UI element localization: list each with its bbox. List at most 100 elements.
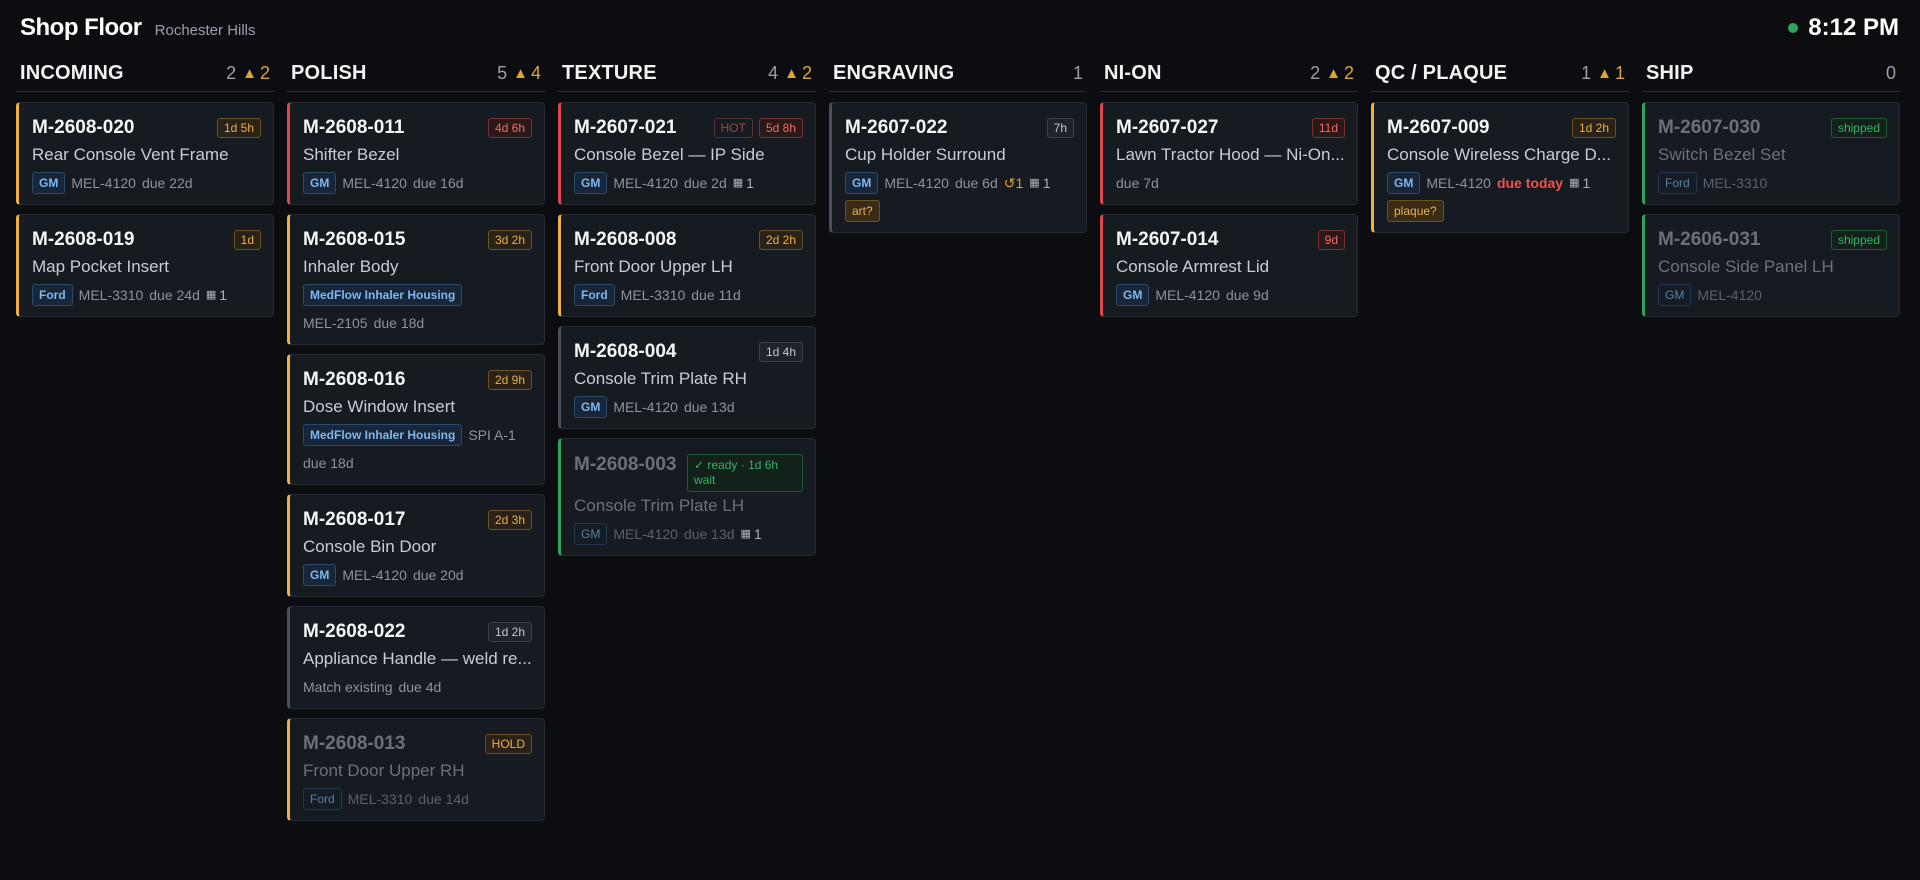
job-name: Lawn Tractor Hood — Ni-On... bbox=[1116, 145, 1345, 164]
job-card[interactable]: M-2606-031 shipped Console Side Panel LH… bbox=[1642, 214, 1900, 317]
plaque-flag: plaque? bbox=[1387, 200, 1444, 222]
column-title: SHIP bbox=[1646, 62, 1694, 84]
age-badge: 4d 6h bbox=[487, 118, 532, 138]
column-count: 2 bbox=[1310, 63, 1321, 83]
age-badge: 7h bbox=[1046, 118, 1074, 138]
customer-tag: GM bbox=[32, 172, 66, 194]
part-number: MEL-4120 bbox=[1697, 287, 1762, 303]
job-card[interactable]: M-2608-016 2d 9h Dose Window Insert MedF… bbox=[287, 354, 545, 485]
app-title: Shop Floor bbox=[20, 14, 142, 41]
job-card[interactable]: M-2608-004 1d 4h Console Trim Plate RH G… bbox=[558, 326, 816, 429]
job-card[interactable]: M-2608-013 HOLD Front Door Upper RH Ford… bbox=[287, 718, 545, 821]
job-id: M-2607-030 bbox=[1658, 117, 1761, 138]
top-bar: Shop Floor Rochester Hills 8:12 PM bbox=[0, 0, 1920, 56]
job-id: M-2607-022 bbox=[845, 117, 948, 138]
column-counts: 4 ▲ 2 bbox=[768, 63, 812, 84]
part-number: MEL-4120 bbox=[884, 175, 949, 191]
column-header: SHIP 0 bbox=[1642, 56, 1900, 92]
column-warning: ▲ 2 bbox=[784, 63, 812, 84]
column-incoming: INCOMING 2 ▲ 2 M-2608-020 1d 5h Rear Cons… bbox=[16, 56, 274, 876]
job-id: M-2607-021 bbox=[574, 117, 677, 138]
column-engraving: ENGRAVING 1 M-2607-022 7h Cup Holder Sur… bbox=[829, 56, 1087, 876]
job-card[interactable]: M-2608-022 1d 2h Appliance Handle — weld… bbox=[287, 606, 545, 709]
job-id: M-2608-016 bbox=[303, 369, 406, 390]
part-number: MEL-3310 bbox=[620, 287, 686, 303]
job-id: M-2608-015 bbox=[303, 229, 406, 250]
age-badge: 5d 8h bbox=[758, 118, 803, 138]
job-name: Cup Holder Surround bbox=[845, 145, 1006, 164]
due-date: due 18d bbox=[373, 315, 425, 331]
job-name: Console Trim Plate LH bbox=[574, 496, 745, 515]
part-number: MEL-4120 bbox=[342, 567, 407, 583]
job-name: Rear Console Vent Frame bbox=[32, 145, 229, 164]
due-date: due 9d bbox=[1225, 287, 1269, 303]
job-card[interactable]: M-2608-003 ✓ ready · 1d 6h wait Console … bbox=[558, 438, 816, 556]
warning-count: 2 bbox=[1343, 63, 1354, 83]
customer-tag: GM bbox=[1658, 284, 1692, 306]
column-header: QC / PLAQUE 1 ▲ 1 bbox=[1371, 56, 1629, 92]
job-name: Switch Bezel Set bbox=[1658, 145, 1786, 164]
due-date: due 6d bbox=[954, 175, 998, 191]
age-badge: 2d 3h bbox=[487, 510, 532, 530]
job-id: M-2607-014 bbox=[1116, 229, 1219, 250]
column-header: TEXTURE 4 ▲ 2 bbox=[558, 56, 816, 92]
column-count: 1 bbox=[1581, 63, 1592, 83]
customer-tag: Ford bbox=[303, 788, 342, 810]
job-name: Front Door Upper LH bbox=[574, 257, 733, 276]
customer-tag: Ford bbox=[32, 284, 73, 306]
column-counts: 1 bbox=[1073, 63, 1083, 84]
column-title: ENGRAVING bbox=[833, 62, 955, 84]
due-date: due 7d bbox=[1116, 175, 1159, 191]
job-card[interactable]: M-2608-008 2d 2h Front Door Upper LH For… bbox=[558, 214, 816, 317]
column-title: POLISH bbox=[291, 62, 367, 84]
job-card[interactable]: M-2608-011 4d 6h Shifter Bezel GM MEL-41… bbox=[287, 102, 545, 205]
column-count: 2 bbox=[226, 63, 237, 83]
part-number: MEL-4120 bbox=[342, 175, 407, 191]
job-card[interactable]: M-2607-027 11d Lawn Tractor Hood — Ni-On… bbox=[1100, 102, 1358, 205]
part-number: MEL-4120 bbox=[1155, 287, 1220, 303]
job-card[interactable]: M-2607-022 7h Cup Holder Surround GM MEL… bbox=[829, 102, 1087, 233]
live-status-dot bbox=[1788, 23, 1799, 33]
customer-tag: GM bbox=[845, 172, 879, 194]
customer-tag: Ford bbox=[574, 284, 615, 306]
job-card[interactable]: M-2607-014 9d Console Armrest Lid GM MEL… bbox=[1100, 214, 1358, 317]
job-name: Dose Window Insert bbox=[303, 397, 456, 416]
part-number: MEL-4120 bbox=[1426, 175, 1491, 191]
job-card[interactable]: M-2607-009 1d 2h Console Wireless Charge… bbox=[1371, 102, 1629, 233]
job-card[interactable]: M-2608-020 1d 5h Rear Console Vent Frame… bbox=[16, 102, 274, 205]
job-card[interactable]: M-2607-021 HOT 5d 8h Console Bezel — IP … bbox=[558, 102, 816, 205]
job-id: M-2607-027 bbox=[1116, 117, 1219, 138]
age-badge: 11d bbox=[1311, 118, 1345, 138]
customer-tag: GM bbox=[574, 172, 608, 194]
warning-triangle-icon: ▲ bbox=[242, 65, 257, 82]
due-date: due 14d bbox=[418, 791, 469, 807]
warning-count: 2 bbox=[259, 63, 270, 83]
column-counts: 2 ▲ 2 bbox=[1310, 63, 1354, 84]
job-name: Map Pocket Insert bbox=[32, 257, 170, 276]
age-badge: 2d 9h bbox=[487, 370, 532, 390]
job-name: Console Bezel — IP Side bbox=[574, 145, 765, 164]
job-name: Console Wireless Charge D... bbox=[1387, 145, 1611, 164]
film-icon: ▦ bbox=[732, 177, 744, 189]
warning-triangle-icon: ▲ bbox=[1597, 65, 1612, 82]
customer-tag: GM bbox=[574, 523, 608, 545]
kanban-board: INCOMING 2 ▲ 2 M-2608-020 1d 5h Rear Cons… bbox=[16, 56, 1904, 876]
job-name: Console Armrest Lid bbox=[1116, 257, 1270, 276]
film-icon: ▦ bbox=[1029, 177, 1040, 189]
due-date: due 13d bbox=[683, 399, 735, 415]
job-card[interactable]: M-2608-015 3d 2h Inhaler Body MedFlow In… bbox=[287, 214, 545, 345]
job-id: M-2608-004 bbox=[574, 341, 677, 362]
column-header: POLISH 5 ▲ 4 bbox=[287, 56, 545, 92]
job-card[interactable]: M-2608-017 2d 3h Console Bin Door GM MEL… bbox=[287, 494, 545, 597]
part-number: MEL-3310 bbox=[347, 791, 413, 807]
customer-tag: GM bbox=[1387, 172, 1421, 194]
job-card[interactable]: M-2608-019 1d Map Pocket Insert Ford MEL… bbox=[16, 214, 274, 317]
column-counts: 2 ▲ 2 bbox=[226, 63, 270, 84]
customer-tag: GM bbox=[303, 172, 337, 194]
part-number: Match existing bbox=[303, 679, 393, 695]
column-count: 5 bbox=[497, 63, 508, 83]
due-date: due 18d bbox=[303, 455, 354, 471]
age-badge: 1d 2h bbox=[487, 622, 532, 642]
warning-triangle-icon: ▲ bbox=[513, 65, 528, 82]
job-card[interactable]: M-2607-030 shipped Switch Bezel Set Ford… bbox=[1642, 102, 1900, 205]
